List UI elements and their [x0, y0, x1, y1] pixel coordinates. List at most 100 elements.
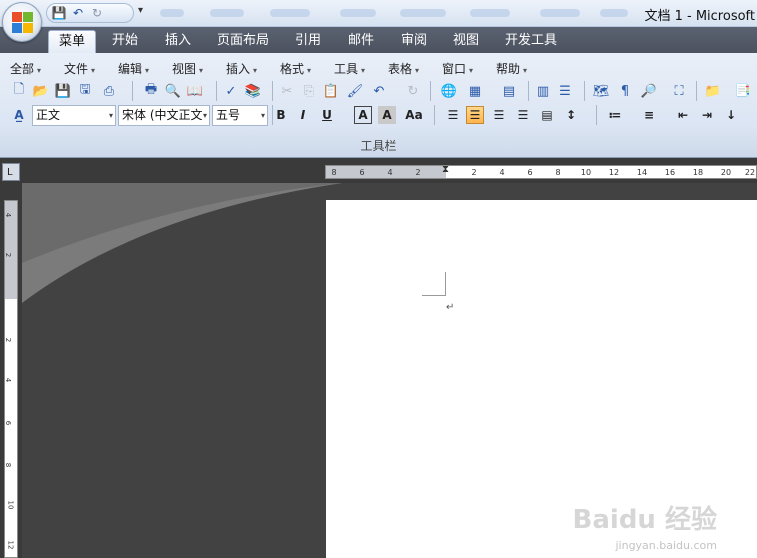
ruler-tick: 12 — [608, 168, 620, 177]
chevron-down-icon: ▾ — [469, 66, 474, 75]
ribbon-tab-bar: 菜单 开始 插入 页面布局 引用 邮件 审阅 视图 开发工具 — [0, 27, 757, 53]
menu-table-label: 表格 — [388, 62, 413, 76]
menu-view-label: 视图 — [172, 62, 197, 76]
undo-icon[interactable]: ↶ — [370, 82, 388, 100]
print-icon[interactable]: 🖶 — [142, 82, 160, 100]
sort-icon[interactable]: ↓ — [722, 106, 740, 124]
styles-icon[interactable]: A̲ — [10, 106, 28, 124]
line-spacing-icon[interactable]: ↕ — [562, 106, 580, 124]
read-mode-icon[interactable]: 📖 — [186, 82, 204, 100]
office-logo-icon — [12, 12, 34, 34]
tab-insert[interactable]: 插入 — [156, 30, 200, 53]
menu-table[interactable]: 表格 ▾ — [388, 60, 419, 77]
format-painter-icon[interactable]: 🖌 — [346, 82, 364, 100]
ruler-tick: 12 — [6, 540, 15, 550]
menu-all[interactable]: 全部 ▾ — [10, 60, 41, 77]
horizontal-ruler[interactable]: 8 6 4 2 ⧗ 2 4 6 8 10 12 14 16 18 20 22 — [325, 164, 757, 179]
font-select-value: 宋体 (中文正文 — [122, 108, 203, 122]
chevron-down-icon: ▾ — [37, 66, 42, 75]
redo-icon[interactable]: ↻ — [404, 82, 422, 100]
tab-selector[interactable]: L — [2, 163, 20, 181]
align-right-icon[interactable]: ☰ — [490, 106, 508, 124]
menu-tools[interactable]: 工具 ▾ — [334, 60, 365, 77]
chevron-down-icon: ▾ — [253, 66, 258, 75]
tab-references[interactable]: 引用 — [286, 30, 330, 53]
new-document-icon[interactable]: 🗋 — [10, 82, 28, 100]
font-select[interactable]: 宋体 (中文正文 ▾ — [118, 105, 210, 126]
ruler-tick: 10 — [580, 168, 592, 177]
hyperlink-icon[interactable]: 🌐 — [440, 82, 458, 100]
menu-edit[interactable]: 编辑 ▾ — [118, 60, 149, 77]
justify-icon[interactable]: ☰ — [514, 106, 532, 124]
save-icon[interactable]: 💾 — [54, 82, 72, 100]
tab-page-layout[interactable]: 页面布局 — [210, 30, 276, 53]
zoom-icon[interactable]: 🔎 — [640, 82, 658, 100]
menu-format[interactable]: 格式 ▾ — [280, 60, 311, 77]
qat-customize-icon[interactable]: ▾ — [138, 5, 143, 16]
bullets-icon[interactable]: ≡ — [640, 106, 658, 124]
decrease-indent-icon[interactable]: ⇤ — [674, 106, 692, 124]
increase-indent-icon[interactable]: ⇥ — [698, 106, 716, 124]
toolbar-group-label: 工具栏 — [360, 139, 397, 153]
change-case-button[interactable]: Aa — [402, 106, 426, 124]
menu-insert[interactable]: 插入 ▾ — [226, 60, 257, 77]
research-icon[interactable]: 📚 — [244, 82, 262, 100]
office-button[interactable] — [2, 2, 42, 42]
paste-special-icon[interactable]: 📑 — [734, 82, 752, 100]
redo-icon[interactable]: ↻ — [89, 5, 105, 21]
undo-icon[interactable]: ↶ — [70, 5, 86, 21]
ribbon: 全部 ▾ 文件 ▾ 编辑 ▾ 视图 ▾ 插入 ▾ 格式 ▾ 工具 ▾ 表格 ▾ 窗口 ▾ 帮助 ▾ … — [0, 53, 757, 158]
drawing-icon[interactable]: ☰ — [556, 82, 574, 100]
spelling-icon[interactable]: ✓ — [222, 82, 240, 100]
print-preview-icon[interactable]: 🔍 — [164, 82, 182, 100]
formatting-toolbar: A̲ 正文 ▾ 宋体 (中文正文 ▾ 五号 ▾ B I U A A Aa ☰ ☰ ☰ … — [6, 104, 757, 128]
print-pdf-icon[interactable]: ⎙ — [100, 82, 118, 100]
document-map-icon[interactable]: 🗺 — [592, 82, 610, 100]
table-icon[interactable]: ▦ — [466, 82, 484, 100]
ruler-tick: 2 — [471, 168, 477, 177]
fullscreen-icon[interactable]: ⛶ — [670, 82, 688, 100]
align-left-icon[interactable]: ☰ — [444, 106, 462, 124]
char-border-button[interactable]: A — [354, 106, 372, 124]
char-shading-button[interactable]: A — [378, 106, 396, 124]
bold-button[interactable]: B — [272, 106, 290, 124]
folder-icon[interactable]: 📁 — [704, 82, 722, 100]
distributed-icon[interactable]: ▤ — [538, 106, 556, 124]
open-folder-icon[interactable]: 📂 — [32, 82, 50, 100]
align-center-icon[interactable]: ☰ — [466, 106, 484, 124]
tab-home[interactable]: 开始 — [103, 30, 147, 53]
vertical-ruler[interactable]: 4 2 2 4 6 8 10 12 — [4, 200, 18, 558]
paste-icon[interactable]: 📋 — [322, 82, 340, 100]
save-as-icon[interactable]: 🖫 — [76, 82, 94, 100]
insert-table-icon[interactable]: ▤ — [500, 82, 518, 100]
tab-view[interactable]: 视图 — [444, 30, 488, 53]
numbering-icon[interactable]: ≔ — [606, 106, 624, 124]
menu-file[interactable]: 文件 ▾ — [64, 60, 95, 77]
ruler-tick: 2 — [4, 252, 13, 258]
toolbar-separator — [528, 81, 529, 101]
save-icon[interactable]: 💾 — [51, 5, 67, 21]
tab-menu[interactable]: 菜单 — [48, 30, 96, 53]
menu-help[interactable]: 帮助 ▾ — [496, 60, 527, 77]
watermark-brand: Baidu 经验 — [572, 505, 717, 535]
standard-toolbar: 🗋 📂 💾 🖫 ⎙ 🖶 🔍 📖 ✓ 📚 ✂ ⎘ 📋 🖌 ↶ ↻ 🌐 ▦ ▤ ▥ … — [6, 80, 757, 102]
tab-mailings[interactable]: 邮件 — [339, 30, 383, 53]
indent-marker-icon[interactable]: ⧗ — [442, 164, 449, 175]
cut-icon[interactable]: ✂ — [278, 82, 296, 100]
italic-button[interactable]: I — [294, 106, 312, 124]
copy-icon[interactable]: ⎘ — [300, 82, 318, 100]
font-size-select[interactable]: 五号 ▾ — [212, 105, 268, 126]
tab-review[interactable]: 审阅 — [392, 30, 436, 53]
ruler-tick: 6 — [359, 168, 365, 177]
show-marks-icon[interactable]: ¶ — [616, 82, 634, 100]
columns-icon[interactable]: ▥ — [534, 82, 552, 100]
menu-view[interactable]: 视图 ▾ — [172, 60, 203, 77]
style-select[interactable]: 正文 ▾ — [32, 105, 116, 126]
underline-button[interactable]: U — [318, 106, 336, 124]
menu-window[interactable]: 窗口 ▾ — [442, 60, 473, 77]
ruler-tick: 10 — [6, 500, 15, 510]
font-size-value: 五号 — [216, 108, 241, 122]
document-page[interactable]: ↵ Baidu 经验 jingyan.baidu.com — [326, 200, 757, 558]
toolbar-separator — [132, 81, 133, 101]
tab-developer[interactable]: 开发工具 — [498, 30, 564, 53]
